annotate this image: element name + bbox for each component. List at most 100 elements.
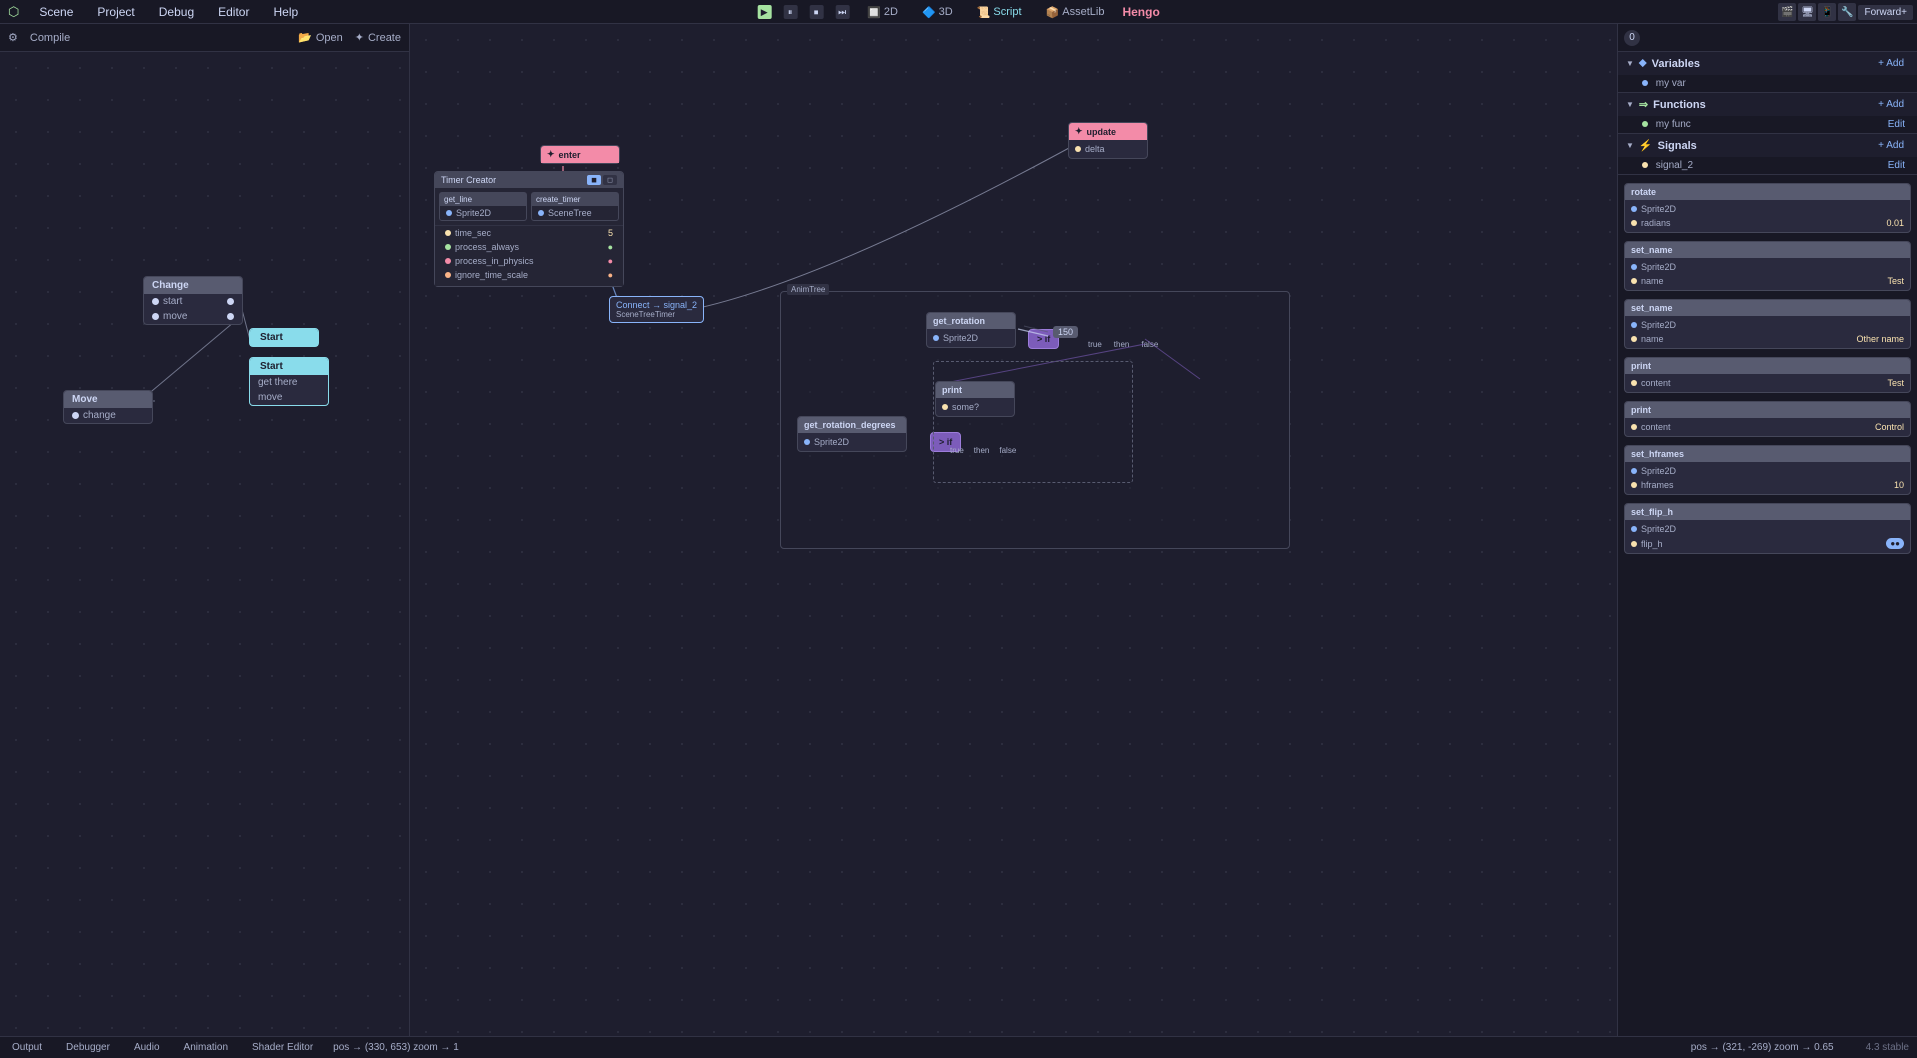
if-branches-1: true then false: [1088, 340, 1158, 349]
get-rotation-degrees-node[interactable]: get_rotation_degrees Sprite2D: [797, 416, 907, 452]
set-name-1-preview[interactable]: set_name Sprite2D name Other name: [1624, 299, 1911, 349]
set-hframes-preview[interactable]: set_hframes Sprite2D hframes 10: [1624, 445, 1911, 495]
if-branches-2: true then false: [950, 446, 1016, 455]
enter-icon: ✦: [547, 149, 555, 160]
print-2-preview[interactable]: print content Test: [1624, 357, 1911, 393]
signals-add-button[interactable]: + Add: [1873, 139, 1909, 152]
right-tab-0[interactable]: 0: [1624, 30, 1640, 46]
tab-audio[interactable]: Audio: [130, 1040, 164, 1055]
signal-item-signal-2[interactable]: signal_2 Edit: [1618, 157, 1917, 174]
process-always-port: process_always ●: [439, 240, 619, 254]
create-button[interactable]: ✦ Create: [355, 31, 401, 44]
menu-editor[interactable]: Editor: [214, 3, 253, 21]
get-rotation-sprite: Sprite2D: [927, 331, 1015, 345]
compile-button[interactable]: Compile: [30, 32, 70, 44]
bottom-bar: Output Debugger Audio Animation Shader E…: [0, 1036, 1917, 1058]
my-var-dot: [1642, 80, 1648, 86]
left-canvas[interactable]: Change start move Start Start: [0, 52, 409, 1036]
rotate-node-preview[interactable]: rotate Sprite2D radians 0.01: [1624, 183, 1911, 233]
rotate-preview-header: rotate: [1625, 184, 1910, 200]
timer-creator-node[interactable]: Timer Creator ◼ ◻ get_line Sprite2D: [434, 171, 624, 287]
tab-shader-editor[interactable]: Shader Editor: [248, 1040, 317, 1055]
timer-toggle[interactable]: ◼ ◻: [587, 175, 617, 185]
timer-creator-label: Timer Creator: [441, 175, 496, 185]
change-state-node[interactable]: Change start move: [143, 276, 243, 325]
start-inner-title: Start: [250, 358, 328, 375]
menu-help[interactable]: Help: [269, 3, 302, 21]
menu-project[interactable]: Project: [93, 3, 138, 21]
set-name-preview[interactable]: set_name Sprite2D name Test: [1624, 241, 1911, 291]
signal-2-label: signal_2: [1656, 160, 1693, 171]
start-port-move: move: [250, 390, 328, 405]
mode-script-button[interactable]: 📜 Script: [971, 4, 1028, 21]
debug-skip-button[interactable]: ⏭: [835, 5, 849, 19]
toggle-on[interactable]: ◼: [587, 175, 601, 185]
stop-button[interactable]: ⏹: [809, 5, 823, 19]
variables-chevron: ▼: [1626, 59, 1634, 68]
update-node[interactable]: ✦ update delta: [1068, 122, 1148, 159]
update-header: ✦ update: [1069, 123, 1147, 140]
forward-plus-label[interactable]: Forward+: [1858, 5, 1913, 20]
menu-debug[interactable]: Debug: [155, 3, 198, 21]
deploy-button[interactable]: 📱: [1818, 3, 1836, 21]
start-node-inner[interactable]: Start get there move: [249, 357, 329, 406]
process-in-physics-port: process_in_physics ●: [439, 254, 619, 268]
functions-add-button[interactable]: + Add: [1873, 98, 1909, 111]
print-3-preview[interactable]: print content Control: [1624, 401, 1911, 437]
tab-animation[interactable]: Animation: [180, 1040, 232, 1055]
left-panel: ⚙ Compile 📂 Open ✦ Create: [0, 24, 410, 1036]
set-flip-h-preview[interactable]: set_flip_h Sprite2D flip_h ●●: [1624, 503, 1911, 554]
functions-label: Functions: [1653, 99, 1706, 111]
right-pos-label: pos → (321, -269) zoom → 0.65: [1691, 1042, 1834, 1053]
tab-debugger[interactable]: Debugger: [62, 1040, 114, 1055]
variable-item-my-var[interactable]: my var: [1618, 75, 1917, 92]
main-layout: ⚙ Compile 📂 Open ✦ Create: [0, 24, 1917, 1036]
set-name-preview-header: set_name: [1625, 242, 1910, 258]
pause-button[interactable]: ⏸: [783, 5, 797, 19]
move-state-node[interactable]: Move change: [63, 390, 153, 424]
anim-tree-title: AnimTree: [787, 284, 829, 295]
right-panel-tabs: 0: [1618, 24, 1917, 52]
create-timer-label: create_timer: [532, 193, 618, 206]
function-item-my-func[interactable]: my func Edit: [1618, 116, 1917, 133]
signals-chevron: ▼: [1626, 141, 1634, 150]
create-timer-scene-tree: SceneTree: [532, 206, 618, 220]
tab-output[interactable]: Output: [8, 1040, 46, 1055]
menu-scene[interactable]: Scene: [35, 3, 77, 21]
print-2-header: print: [1625, 358, 1910, 374]
enter-node[interactable]: ✦ enter: [540, 145, 620, 164]
print-1-node[interactable]: print some?: [935, 381, 1015, 417]
start-outer-title: Start: [250, 329, 318, 346]
assetlib-icon: 📦: [1046, 6, 1060, 19]
get-rotation-degrees-header: get_rotation_degrees: [798, 417, 906, 433]
connect-signal-node[interactable]: Connect → signal_2 SceneTreeTimer: [609, 296, 704, 323]
get-rotation-node[interactable]: get_rotation Sprite2D: [926, 312, 1016, 348]
mode-assetlib-button[interactable]: 📦 AssetLib: [1040, 4, 1111, 21]
get-line-sprite-dot: [446, 210, 452, 216]
move-port-dot: [152, 313, 159, 320]
center-canvas[interactable]: ✦ enter Timer Creator ◼ ◻ get_line Spr: [410, 24, 1617, 1036]
ignore-time-scale-dot: [445, 272, 451, 278]
play-button[interactable]: ▶: [757, 5, 771, 19]
mode-3d-button[interactable]: 🔷 3D: [916, 4, 959, 21]
variables-add-button[interactable]: + Add: [1873, 57, 1909, 70]
movie-button[interactable]: 🎬: [1778, 3, 1796, 21]
my-func-label: my func: [1656, 119, 1691, 130]
connect-signal-sub: SceneTreeTimer: [616, 310, 697, 319]
signals-label: Signals: [1658, 140, 1697, 152]
functions-icon: ⇒: [1639, 98, 1648, 111]
my-func-edit-button[interactable]: Edit: [1888, 119, 1905, 130]
start-node-outer[interactable]: Start: [249, 328, 319, 347]
connect-signal-label: Connect → signal_2: [616, 300, 697, 310]
renderer-button[interactable]: 🔧: [1838, 3, 1856, 21]
variables-header[interactable]: ▼ ⬥ Variables + Add: [1618, 52, 1917, 75]
get-rotation-header: get_rotation: [927, 313, 1015, 329]
functions-header[interactable]: ▼ ⇒ Functions + Add: [1618, 93, 1917, 116]
signals-header[interactable]: ▼ ⚡ Signals + Add: [1618, 134, 1917, 157]
remote-debug-button[interactable]: 🖥: [1798, 3, 1816, 21]
signal-2-edit-button[interactable]: Edit: [1888, 160, 1905, 171]
toggle-off[interactable]: ◻: [603, 175, 617, 185]
mode-2d-button[interactable]: 🔲 2D: [861, 4, 904, 21]
open-button[interactable]: 📂 Open: [298, 31, 343, 44]
functions-chevron: ▼: [1626, 100, 1634, 109]
